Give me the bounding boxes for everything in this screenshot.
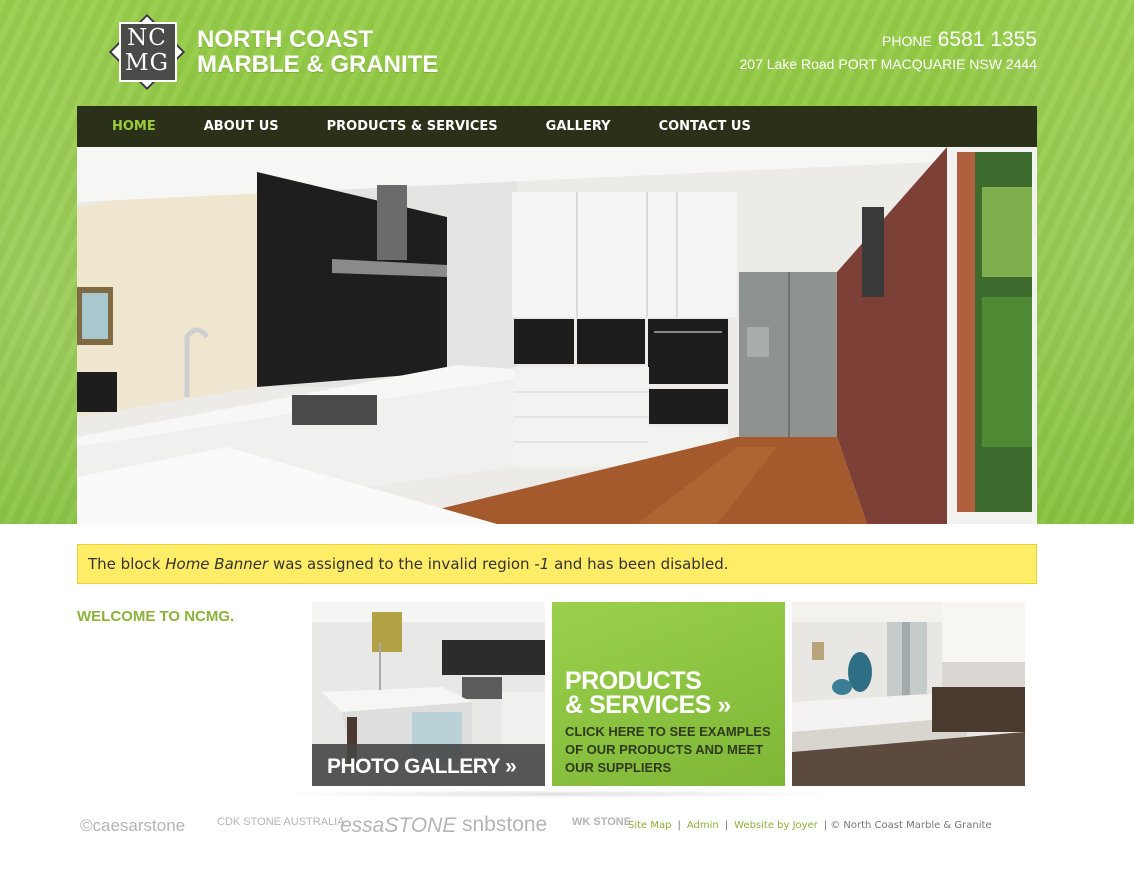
message-block-name: Home Banner <box>165 555 269 573</box>
cdk-stone-logo: CDK STONE AUSTRALIA <box>217 816 345 828</box>
kitchen-photo-tile[interactable] <box>792 602 1025 786</box>
products-services-title: PRODUCTS & SERVICES » <box>565 667 731 719</box>
company-name-line2: MARBLE & GRANITE <box>197 51 439 78</box>
message-region: -1 <box>534 555 550 573</box>
home-banner-image <box>77 147 1037 524</box>
photo-gallery-caption-bar: PHOTO GALLERY » <box>312 744 545 786</box>
company-name-line1: NORTH COAST <box>197 26 373 53</box>
site-logo[interactable]: NC MG NORTH COAST MARBLE & GRANITE <box>107 12 438 92</box>
logo-letters-top: NC <box>127 25 167 51</box>
footer-website-by-link[interactable]: Website by Joyer <box>734 820 818 831</box>
essastone-logo: essaSTONE <box>340 814 457 837</box>
nav-item-contact-us[interactable]: CONTACT US <box>635 119 775 134</box>
nav-item-products-services[interactable]: PRODUCTS & SERVICES <box>303 119 522 134</box>
welcome-heading: WELCOME TO NCMG. <box>77 608 235 625</box>
caesarstone-logo: ©caesarstone <box>80 816 186 835</box>
footer-site-map-link[interactable]: Site Map <box>628 820 671 831</box>
ncmg-logo-icon: NC MG <box>107 12 187 92</box>
phone-number: 6581 1355 <box>937 28 1037 51</box>
phone-label: PHONE <box>882 33 932 49</box>
products-services-subtitle: CLICK HERE TO SEE EXAMPLES OF OUR PRODUC… <box>565 724 771 775</box>
message-text-2: was assigned to the invalid region <box>268 555 535 573</box>
footer-links: Site Map | Admin | Website by Joyer | © North … <box>628 820 992 831</box>
address: 207 Lake Road PORT MACQUARIE NSW 2444 <box>739 56 1038 72</box>
footer-copyright: © North Coast Marble & Granite <box>830 820 992 831</box>
message-text-3: and has been disabled. <box>549 555 729 573</box>
photo-gallery-caption: PHOTO GALLERY » <box>327 755 517 778</box>
snbstone-logo: snbstone <box>462 813 548 836</box>
tiles-shadow-divider <box>270 790 840 798</box>
phone-row: PHONE 6581 1355 <box>740 28 1037 52</box>
logo-letters-bottom: MG <box>125 50 169 76</box>
nav-item-gallery[interactable]: GALLERY <box>522 119 635 134</box>
company-name: NORTH COAST MARBLE & GRANITE <box>197 27 438 77</box>
products-title-line1: PRODUCTS <box>565 667 702 695</box>
photo-gallery-tile[interactable]: PHOTO GALLERY » <box>312 602 545 786</box>
status-message: The block Home Banner was assigned to th… <box>77 544 1037 584</box>
wk-stone-logo: WK STONE <box>572 816 632 828</box>
products-services-tile[interactable]: PRODUCTS & SERVICES » CLICK HERE TO SEE … <box>552 602 785 786</box>
nav-item-home[interactable]: HOME <box>77 119 180 134</box>
main-nav: HOME ABOUT US PRODUCTS & SERVICES GALLER… <box>77 106 1037 147</box>
message-text-1: The block <box>88 555 166 573</box>
products-title-line2: & SERVICES » <box>565 691 731 719</box>
header-contact: PHONE 6581 1355 207 Lake Road PORT MACQU… <box>740 28 1038 72</box>
footer-admin-link[interactable]: Admin <box>687 820 719 831</box>
nav-item-about-us[interactable]: ABOUT US <box>180 119 303 134</box>
